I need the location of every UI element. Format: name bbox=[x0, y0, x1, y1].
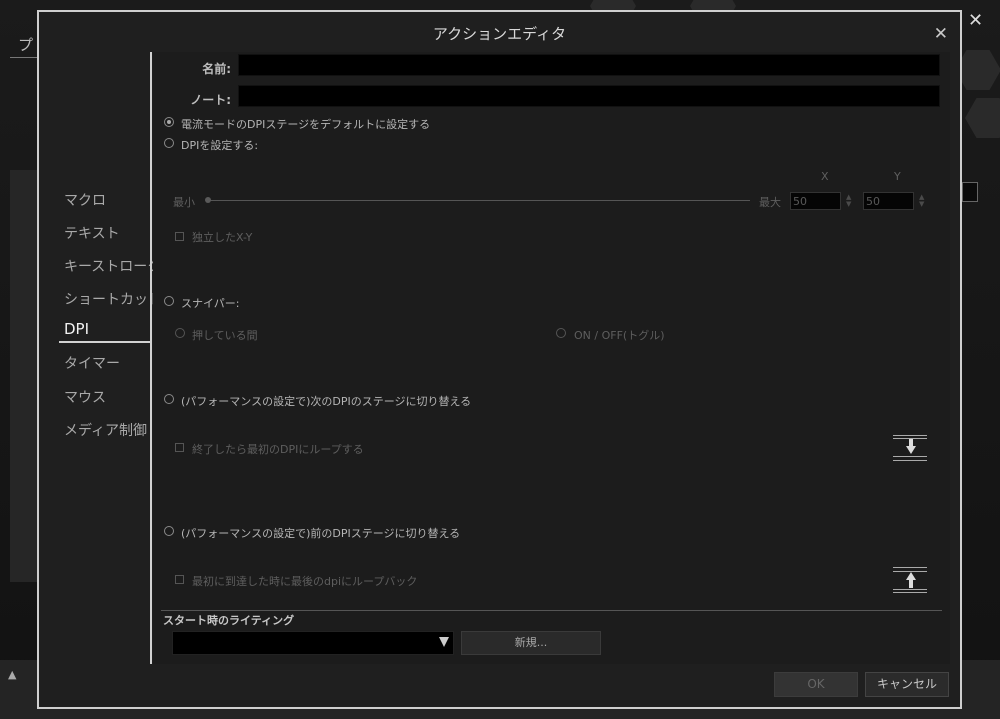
cancel-button[interactable]: キャンセル bbox=[865, 672, 949, 697]
sniper-toggle-radio[interactable] bbox=[556, 328, 566, 338]
sniper-hold-label: 押している間 bbox=[192, 329, 258, 342]
sidebar-item-shortcut[interactable]: ショートカット bbox=[64, 289, 162, 309]
max-label: 最大 bbox=[759, 196, 781, 209]
prev-stage-radio[interactable] bbox=[164, 526, 174, 536]
name-label: 名前: bbox=[202, 62, 231, 76]
dpi-slider-handle[interactable] bbox=[205, 197, 211, 203]
min-label: 最小 bbox=[173, 196, 195, 209]
ok-button[interactable]: OK bbox=[774, 672, 858, 697]
chevron-down-icon bbox=[439, 637, 449, 647]
active-item-underline bbox=[59, 341, 151, 343]
background-field bbox=[962, 182, 978, 202]
sidebar-item-mouse[interactable]: マウス bbox=[64, 387, 106, 407]
action-editor-dialog: アクションエディタ ✕ マクロ テキスト キーストローク ショートカット DPI… bbox=[37, 10, 962, 709]
startup-lighting-title: スタート時のライティング bbox=[163, 614, 295, 627]
y-spinner-icon[interactable]: ▲ ▼ bbox=[919, 194, 924, 208]
background-tab[interactable]: プ bbox=[10, 34, 38, 58]
up-arrow-icon[interactable]: ▲ bbox=[8, 668, 16, 681]
name-input[interactable] bbox=[238, 54, 940, 76]
independent-xy-label: 独立したX-Y bbox=[192, 231, 253, 244]
section-divider bbox=[161, 610, 942, 611]
independent-xy-checkbox[interactable] bbox=[175, 232, 184, 241]
dpi-panel: 名前: ノート: 電流モードのDPIステージをデフォルトに設定する DPIを設定… bbox=[153, 52, 950, 664]
loop-first-label: 終了したら最初のDPIにループする bbox=[192, 443, 364, 456]
y-axis-label: Y bbox=[894, 170, 901, 183]
set-dpi-radio[interactable] bbox=[164, 138, 174, 148]
sidebar-divider bbox=[150, 52, 152, 664]
default-dpi-label: 電流モードのDPIステージをデフォルトに設定する bbox=[181, 118, 431, 131]
note-label: ノート: bbox=[190, 93, 231, 107]
step-up-icon bbox=[893, 567, 927, 593]
background-close-icon[interactable]: ✕ bbox=[968, 10, 983, 31]
prev-stage-label: (パフォーマンスの設定で)前のDPIステージに切り替える bbox=[181, 527, 461, 540]
dpi-y-input[interactable]: 50 bbox=[863, 192, 914, 210]
default-dpi-radio[interactable] bbox=[164, 117, 174, 127]
close-icon[interactable]: ✕ bbox=[934, 24, 948, 44]
sniper-label: スナイパー: bbox=[181, 297, 240, 310]
sniper-toggle-label: ON / OFF(トグル) bbox=[574, 329, 665, 342]
x-axis-label: X bbox=[821, 170, 829, 183]
sidebar-item-timer[interactable]: タイマー bbox=[64, 353, 120, 373]
dialog-title: アクションエディタ bbox=[432, 25, 567, 43]
x-spinner-icon[interactable]: ▲ ▼ bbox=[846, 194, 851, 208]
loop-last-label: 最初に到達した時に最後のdpiにループバック bbox=[192, 575, 418, 588]
sidebar-item-dpi[interactable]: DPI bbox=[64, 320, 89, 338]
dpi-slider-track[interactable] bbox=[208, 200, 750, 201]
next-stage-radio[interactable] bbox=[164, 394, 174, 404]
lighting-dropdown[interactable] bbox=[172, 631, 454, 655]
new-lighting-button[interactable]: 新規... bbox=[461, 631, 601, 655]
loop-first-checkbox[interactable] bbox=[175, 443, 184, 452]
set-dpi-label: DPIを設定する: bbox=[181, 139, 259, 152]
sniper-hold-radio[interactable] bbox=[175, 328, 185, 338]
dpi-x-input[interactable]: 50 bbox=[790, 192, 841, 210]
sidebar-item-media-control[interactable]: メディア制御 bbox=[64, 420, 147, 440]
sidebar-item-keystroke[interactable]: キーストローク bbox=[64, 256, 161, 276]
loop-last-checkbox[interactable] bbox=[175, 575, 184, 584]
sniper-radio[interactable] bbox=[164, 296, 174, 306]
step-down-icon bbox=[893, 435, 927, 461]
sidebar-item-text[interactable]: テキスト bbox=[64, 223, 120, 243]
next-stage-label: (パフォーマンスの設定で)次のDPIのステージに切り替える bbox=[181, 395, 472, 408]
sidebar-item-macro[interactable]: マクロ bbox=[64, 190, 106, 210]
note-input[interactable] bbox=[238, 85, 940, 107]
background-sidebar bbox=[10, 170, 38, 582]
